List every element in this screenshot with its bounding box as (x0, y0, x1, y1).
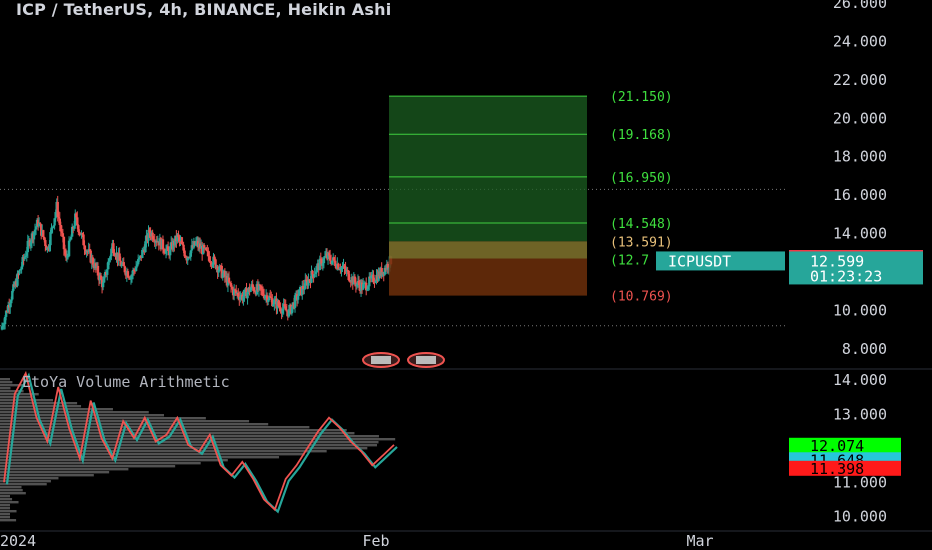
candle-body (110, 248, 113, 257)
volume-profile-bar (0, 486, 22, 489)
indicator-tick-label: 13.000 (833, 405, 887, 423)
chart-title: ICP / TetherUS, 4h, BINANCE, Heikin Ashi (16, 0, 392, 19)
target-label: (19.168) (610, 128, 673, 143)
price-tick-label: 24.000 (833, 32, 887, 50)
volume-profile-bar (0, 507, 10, 510)
candle-body (296, 295, 300, 300)
volume-profile-bar (0, 399, 54, 402)
volume-profile-bar (0, 405, 82, 408)
volume-profile-bar (0, 519, 17, 522)
price-tick-label: 22.000 (833, 71, 887, 89)
candle-body (285, 310, 288, 312)
volume-profile-bar (0, 414, 165, 417)
price-tick-label: 14.000 (833, 225, 887, 243)
volume-profile-bar (0, 450, 327, 453)
partial-band (389, 241, 587, 259)
volume-profile-bar (0, 438, 396, 441)
candle-body (313, 274, 316, 278)
candle-body (69, 236, 73, 240)
volume-profile-bar (0, 396, 33, 399)
volume-profile-bar (0, 492, 26, 495)
candle-body (34, 227, 38, 230)
volume-profile-bar (0, 471, 110, 474)
volume-profile-bar (0, 453, 305, 456)
candle-body (76, 217, 79, 226)
volume-profile-bar (0, 465, 176, 468)
volume-profile-bar (0, 495, 10, 498)
volume-profile-bar (0, 411, 149, 414)
main-pane[interactable]: (21.150) (19.168) (16.950) (14.548) (13.591)… (0, 90, 932, 370)
stop-label: (10.769) (610, 290, 673, 305)
candle-body (273, 299, 276, 305)
candle-body (42, 230, 45, 238)
price-axis[interactable]: 8.00010.00012.00014.00016.00018.00020.00… (656, 0, 923, 525)
flag-stripe-icon (416, 356, 436, 364)
target-zone[interactable] (389, 96, 587, 242)
candle-body (243, 289, 246, 297)
time-tick-label: 2024 (0, 532, 36, 550)
candle-body (49, 232, 52, 246)
entry-label: (13.591) (610, 235, 673, 250)
volume-profile-bar (0, 468, 129, 471)
volume-profile-bar (0, 510, 17, 513)
candle-body (18, 270, 21, 274)
flag-stripe-icon (371, 356, 391, 364)
symbol-label: ICPUSDT (668, 252, 731, 270)
volume-profile-bar (0, 387, 11, 390)
partial-label: (12.7 (610, 254, 649, 269)
candle-body (67, 240, 71, 257)
volume-profile-bar (0, 381, 13, 384)
candle-body (106, 269, 109, 275)
volume-profile-bar (0, 516, 10, 519)
indicator-slow-line (5, 372, 398, 514)
time-tick-label: Mar (686, 532, 713, 550)
price-tick-label: 10.000 (833, 301, 887, 319)
volume-profile-bar (0, 417, 206, 420)
volume-profile-bar (0, 489, 23, 492)
chart-canvas[interactable]: (21.150) (19.168) (16.950) (14.548) (13.591)… (0, 0, 932, 550)
candle-body (61, 233, 65, 237)
target-label: (14.548) (610, 217, 673, 232)
candle-body (227, 277, 231, 283)
price-tick-label: 8.000 (842, 340, 887, 358)
indicator-tick-label: 14.000 (833, 371, 887, 389)
price-tick-label: 26.000 (833, 0, 887, 12)
chart-stage: (21.150) (19.168) (16.950) (14.548) (13.591)… (0, 0, 932, 550)
volume-profile-bar (0, 504, 10, 507)
volume-profile-bar (0, 462, 201, 465)
volume-profile-bar (0, 513, 10, 516)
time-tick-label: Feb (362, 532, 389, 550)
volume-profile-bar (0, 378, 10, 381)
time-axis[interactable]: 2024 Feb Mar (0, 530, 932, 550)
target-label: (16.950) (610, 171, 673, 186)
target-label: (21.150) (610, 90, 673, 105)
price-tick-label: 20.000 (833, 109, 887, 127)
candle-body (311, 270, 314, 275)
price-tick-label: 16.000 (833, 186, 887, 204)
volume-profile-bar (0, 501, 19, 504)
countdown-label: 01:23:23 (810, 267, 882, 285)
candle-body (322, 257, 326, 264)
indicator-pane[interactable] (0, 370, 398, 522)
candle-body (68, 239, 72, 241)
indicator-marker-label: 11.398 (810, 460, 864, 478)
volume-profile-bar (0, 426, 310, 429)
volume-profile-bar (0, 435, 379, 438)
indicator-title: EtoYa Volume Arithmetic (22, 373, 230, 391)
indicator-tick-label: 10.000 (833, 507, 887, 525)
volume-profile-bar (0, 474, 94, 477)
volume-profile-bar (0, 498, 13, 501)
candle-body (101, 282, 105, 288)
volume-profile-bar (0, 456, 280, 459)
candle-body (38, 223, 42, 225)
price-tick-label: 18.000 (833, 148, 887, 166)
